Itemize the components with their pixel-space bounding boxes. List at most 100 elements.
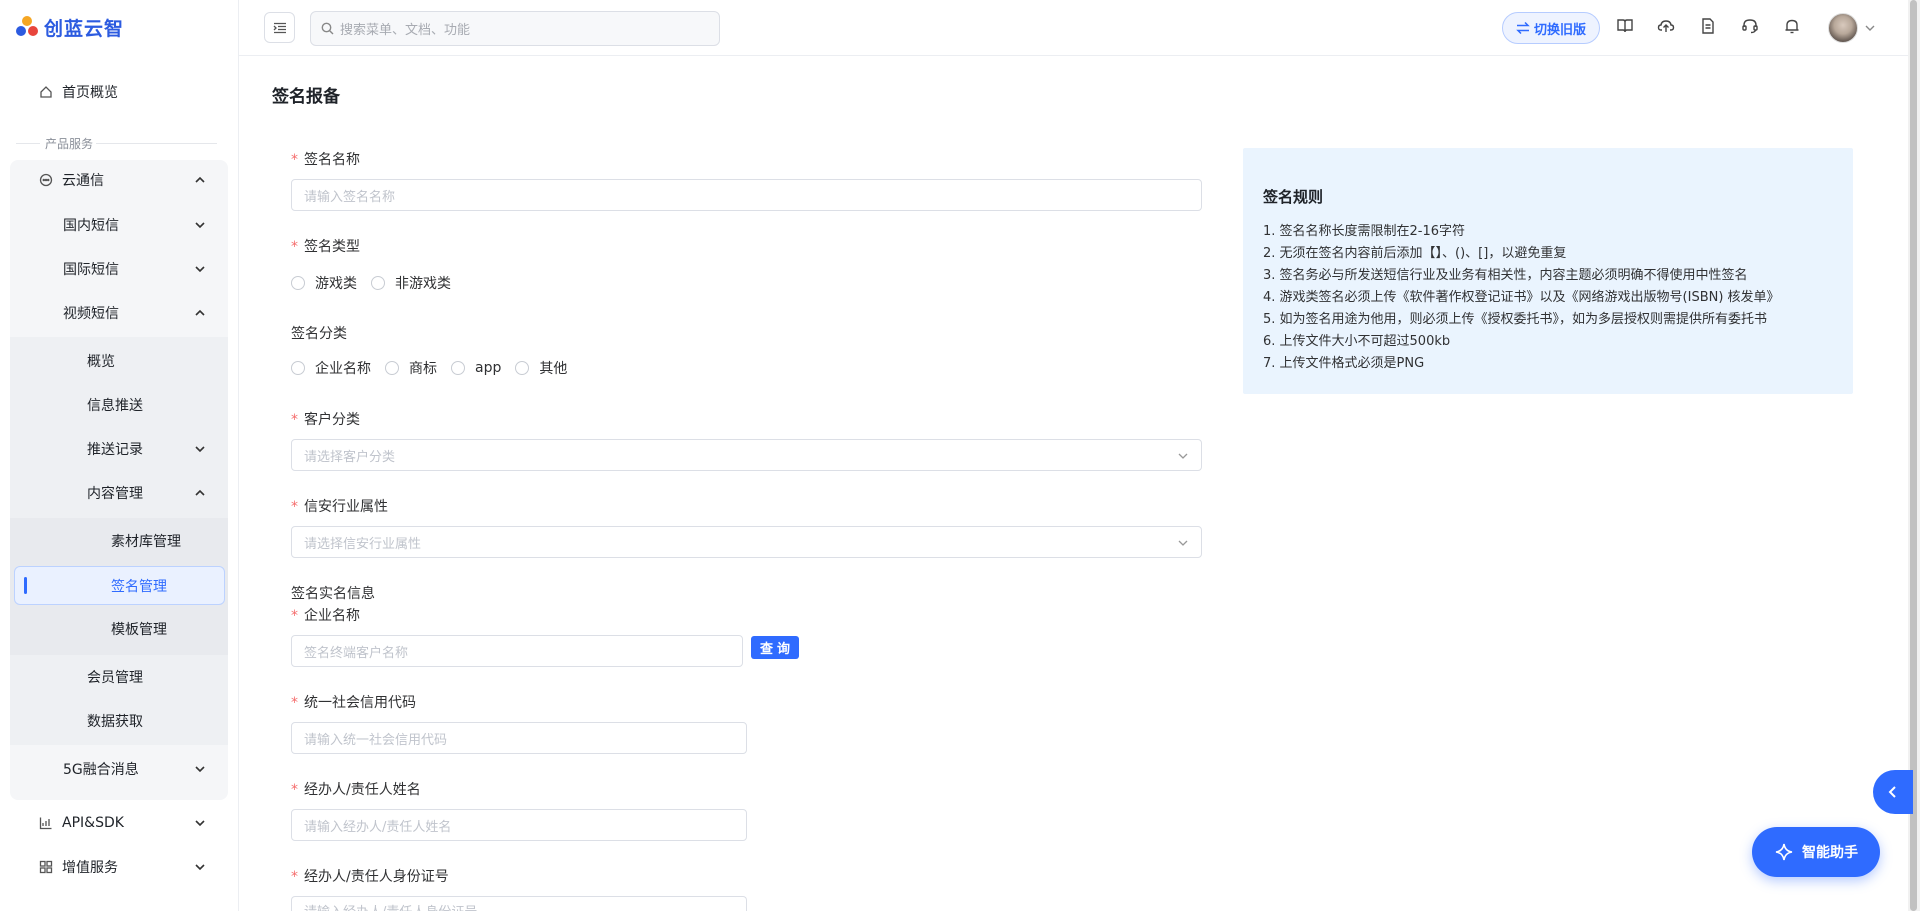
radio-circle [291, 276, 305, 290]
sidebar-item-api-sdk[interactable]: API&SDK [10, 803, 228, 843]
chevron-down-icon [195, 222, 205, 229]
rule-item: 2. 无须在签名内容前后添加【】、()、[]，以避免重复 [1263, 246, 1567, 261]
sidebar-item-template-mgmt[interactable]: 模板管理 [10, 609, 228, 649]
sidebar-item-label: 国内短信 [63, 218, 119, 234]
input-placeholder: 请输入经办人/责任人身份证号 [304, 901, 477, 911]
agent-name-label: * 经办人/责任人姓名 [291, 779, 421, 799]
upload-button[interactable] [1656, 16, 1676, 36]
agent-id-label: * 经办人/责任人身份证号 [291, 866, 449, 886]
sidebar-item-member-mgmt[interactable]: 会员管理 [10, 657, 228, 697]
chevron-up-icon [195, 176, 205, 183]
query-button[interactable]: 查询 [751, 636, 799, 659]
required-mark: * [291, 499, 298, 515]
radio-circle [515, 361, 530, 375]
sidebar-item-label: 素材库管理 [111, 534, 181, 550]
brand-logo[interactable]: 创蓝云智 [14, 13, 124, 41]
apps-icon [38, 859, 54, 875]
sidebar-item-5g[interactable]: 5G融合消息 [10, 749, 228, 789]
sidebar-item-push-records[interactable]: 推送记录 [10, 429, 228, 469]
label-text: 经办人/责任人身份证号 [304, 869, 449, 885]
chat-icon [38, 172, 54, 188]
sidebar-item-label: 5G融合消息 [63, 762, 139, 778]
avatar[interactable] [1828, 13, 1858, 43]
sidebar-item-content-mgmt[interactable]: 内容管理 [10, 473, 228, 513]
radio-label: app [475, 360, 502, 376]
radio-game[interactable]: 游戏类 [291, 273, 357, 293]
search-placeholder: 搜索菜单、文档、功能 [340, 23, 471, 38]
radio-label: 游戏类 [315, 276, 357, 292]
sidebar-item-intl-sms[interactable]: 国际短信 [10, 249, 228, 289]
credit-code-input[interactable]: 请输入统一社会信用代码 [291, 722, 747, 754]
page-title: 签名报备 [272, 87, 340, 107]
menu-fold-icon [273, 22, 286, 33]
chart-icon [38, 815, 54, 831]
sig-name-input[interactable]: 请输入签名名称 [291, 179, 1202, 211]
rule-item: 7. 上传文件格式必须是PNG [1263, 356, 1425, 371]
notification-button[interactable] [1782, 16, 1802, 36]
sidebar-item-label: 云通信 [62, 173, 104, 189]
headset-icon [1742, 19, 1758, 34]
label-text: 客户分类 [304, 412, 360, 428]
switch-old-version-button[interactable]: 切换旧版 [1502, 12, 1600, 44]
collapse-side-panel-button[interactable] [1873, 770, 1913, 814]
credit-code-label: * 统一社会信用代码 [291, 692, 416, 712]
sidebar-item-label: 签名管理 [111, 579, 167, 595]
radio-app[interactable]: app [451, 360, 501, 376]
sig-cat-radio-group: 企业名称 商标 app 其他 [291, 358, 581, 378]
label-text: 签名名称 [304, 152, 360, 168]
sidebar-item-home[interactable]: 首页概览 [10, 72, 228, 112]
sig-name-label: * 签名名称 [291, 149, 360, 169]
radio-company[interactable]: 企业名称 [291, 358, 371, 378]
menu-toggle-button[interactable] [264, 12, 295, 43]
company-input[interactable]: 签名终端客户名称 [291, 635, 743, 667]
docs-button[interactable] [1615, 16, 1635, 36]
sidebar-item-label: 信息推送 [87, 398, 143, 414]
realname-section-title: 签名实名信息 [291, 586, 375, 602]
required-mark: * [291, 152, 298, 168]
agent-name-input[interactable]: 请输入经办人/责任人姓名 [291, 809, 747, 841]
home-icon [38, 84, 54, 100]
sidebar-item-push[interactable]: 信息推送 [10, 385, 228, 425]
support-button[interactable] [1740, 16, 1760, 36]
smart-assistant-button[interactable]: 智能助手 [1752, 827, 1880, 877]
customer-cat-select[interactable]: 请选择客户分类 [291, 439, 1202, 471]
chevron-down-icon [195, 446, 205, 453]
sidebar-item-cloud-comm[interactable]: 云通信 [10, 160, 228, 200]
cloud-upload-icon [1657, 20, 1675, 32]
radio-label: 其他 [539, 361, 568, 377]
section-label: 产品服务 [45, 137, 94, 151]
switch-label: 切换旧版 [1533, 22, 1586, 38]
sidebar-item-material-mgmt[interactable]: 素材库管理 [10, 521, 228, 561]
search-icon [321, 22, 334, 35]
radio-trademark[interactable]: 商标 [385, 358, 437, 378]
sidebar-item-label: 模板管理 [111, 622, 167, 638]
input-placeholder: 请输入经办人/责任人姓名 [304, 819, 452, 835]
radio-non-game[interactable]: 非游戏类 [371, 273, 451, 293]
search-input[interactable]: 搜索菜单、文档、功能 [310, 11, 720, 46]
select-placeholder: 请选择信安行业属性 [304, 536, 422, 552]
rule-item: 3. 签名务必与所发送短信行业及业务有相关性，内容主题必须明确不得使用中性签名 [1263, 268, 1748, 283]
sidebar-item-signature-mgmt[interactable]: 签名管理 [10, 566, 228, 606]
bell-icon [1785, 19, 1799, 34]
chevron-down-icon[interactable] [1864, 22, 1876, 34]
chevron-up-icon [195, 309, 205, 316]
required-mark: * [291, 608, 298, 624]
book-icon [1617, 19, 1633, 33]
sidebar-item-data-fetch[interactable]: 数据获取 [10, 701, 228, 741]
sidebar-item-video-sms[interactable]: 视频短信 [10, 293, 228, 333]
sidebar-item-domestic-sms[interactable]: 国内短信 [10, 205, 228, 245]
sidebar-item-label: 增值服务 [62, 860, 118, 876]
radio-other[interactable]: 其他 [515, 358, 567, 378]
document-button[interactable] [1698, 16, 1718, 36]
agent-id-input[interactable]: 请输入经办人/责任人身份证号 [291, 896, 747, 911]
rule-item: 6. 上传文件大小不可超过500kb [1263, 334, 1451, 349]
chevron-down-icon [195, 864, 205, 871]
divider [96, 143, 217, 144]
sidebar-item-value-added[interactable]: 增值服务 [10, 847, 228, 887]
sidebar-item-overview[interactable]: 概览 [10, 341, 228, 381]
switch-icon [1516, 21, 1530, 35]
select-placeholder: 请选择客户分类 [304, 449, 396, 465]
rule-item: 5. 如为签名用途为他用，则必须上传《授权委托书》，如为多层授权则需提供所有委托… [1263, 312, 1768, 327]
industry-select[interactable]: 请选择信安行业属性 [291, 526, 1202, 558]
radio-circle [291, 361, 305, 375]
